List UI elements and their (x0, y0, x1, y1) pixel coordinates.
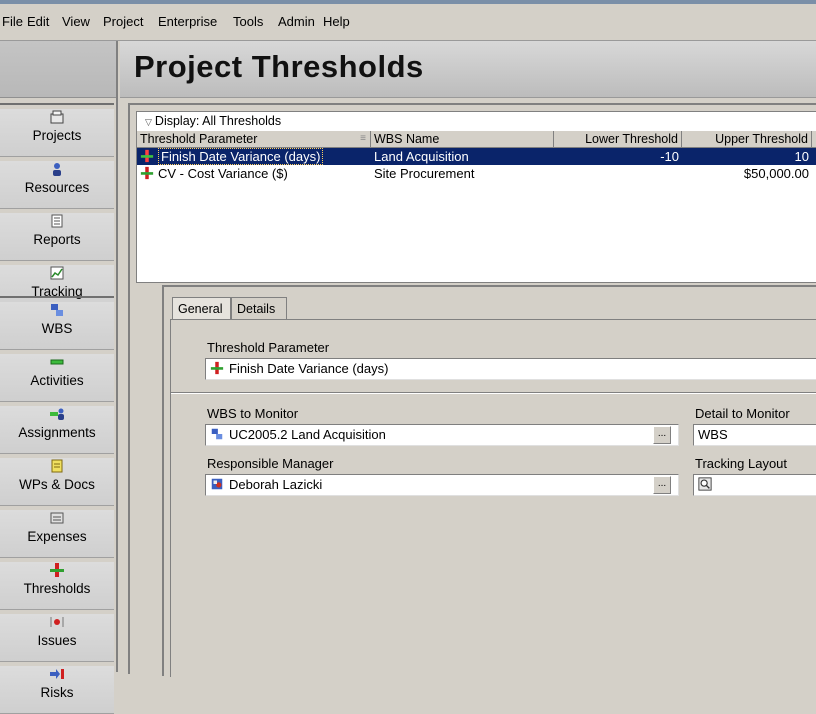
sidebar-item-label: Assignments (18, 425, 96, 440)
sidebar-item-label: WPs & Docs (19, 477, 95, 492)
assignments-icon (50, 408, 64, 420)
nav-group-wbs: WBS Activities Assignments WPs & Docs Ex… (0, 296, 114, 714)
wbs-icon (211, 428, 223, 440)
sidebar-item-label: Thresholds (23, 581, 91, 596)
cell-threshold-parameter: CV - Cost Variance ($) (137, 165, 371, 182)
sidebar-item-issues[interactable]: Issues (0, 614, 114, 662)
risks-icon (50, 669, 64, 679)
tracking-layout-field[interactable] (693, 474, 816, 496)
sidebar-item-assignments[interactable]: Assignments (0, 406, 114, 454)
grid-header: Threshold Parameter ≡ WBS Name Lower Thre… (137, 131, 816, 148)
menu-help[interactable]: Help (323, 14, 350, 29)
content-panel: ▽ Display: All Thresholds Threshold Param… (128, 103, 816, 677)
sidebar: Projects Resources Reports Tracking WBS … (0, 41, 118, 714)
column-resize-icon: ≡ (360, 133, 366, 144)
table-row[interactable]: Finish Date Variance (days) Land Acquisi… (137, 148, 816, 165)
threshold-parameter-label: Threshold Parameter (207, 340, 330, 355)
responsible-manager-label: Responsible Manager (207, 456, 334, 471)
chevron-down-icon: ▽ (145, 117, 152, 127)
title-bar: Project Thresholds (120, 41, 816, 98)
table-row[interactable]: CV - Cost Variance ($) Site Procurement … (137, 165, 816, 182)
cell-wbs-name: Land Acquisition (374, 149, 469, 164)
section-divider (171, 392, 816, 394)
threshold-icon (140, 166, 154, 180)
cell-threshold-parameter: Finish Date Variance (days) (137, 148, 371, 165)
threshold-icon (210, 361, 224, 375)
cell-upper-threshold: $50,000.00 (743, 166, 809, 181)
sidebar-item-projects[interactable]: Projects (0, 109, 114, 157)
sidebar-item-thresholds[interactable]: Thresholds (0, 562, 114, 610)
page-title: Project Thresholds (134, 49, 424, 84)
sidebar-header (0, 41, 116, 98)
sidebar-item-expenses[interactable]: Expenses (0, 510, 114, 558)
menu-tools[interactable]: Tools (233, 14, 263, 29)
expenses-icon (50, 512, 64, 524)
sidebar-item-label: Projects (32, 128, 82, 143)
menu-file[interactable]: File (2, 14, 23, 29)
projects-icon (50, 110, 64, 124)
sidebar-item-label: Issues (37, 633, 77, 648)
thresholds-grid: ▽ Display: All Thresholds Threshold Param… (136, 111, 816, 283)
menu-bar: File Edit View Project Enterprise Tools … (0, 0, 816, 41)
cell-lower-threshold: -10 (660, 149, 679, 164)
sidebar-item-resources[interactable]: Resources (0, 161, 114, 209)
menu-project[interactable]: Project (103, 14, 143, 29)
sidebar-item-risks[interactable]: Risks (0, 666, 114, 714)
sidebar-item-wbs[interactable]: WBS (0, 302, 114, 350)
sidebar-item-label: Expenses (27, 529, 87, 544)
layout-search-icon (698, 477, 712, 491)
display-filter[interactable]: ▽ Display: All Thresholds (145, 114, 281, 128)
sidebar-item-label: WBS (41, 321, 73, 336)
threshold-icon (140, 149, 154, 163)
thresholds-icon (50, 563, 64, 577)
sidebar-item-label: Activities (30, 373, 84, 388)
cell-upper-threshold: 10 (794, 149, 809, 164)
activities-icon (50, 359, 64, 365)
tab-body-general: Threshold Parameter Finish Date Variance… (170, 319, 816, 677)
resources-icon (53, 163, 61, 176)
tab-details[interactable]: Details (231, 297, 287, 319)
tracking-layout-label: Tracking Layout (695, 456, 788, 471)
window-top-stripe (0, 0, 816, 4)
wbs-browse-button[interactable]: ... (653, 426, 671, 444)
menu-enterprise[interactable]: Enterprise (158, 14, 217, 29)
tracking-icon (50, 266, 64, 280)
column-header-upper-threshold[interactable]: Upper Threshold (682, 131, 812, 147)
tab-general[interactable]: General (172, 297, 231, 320)
cell-lower-threshold (554, 165, 682, 182)
column-header-threshold-parameter[interactable]: Threshold Parameter ≡ (137, 131, 371, 147)
detail-to-monitor-select[interactable]: WBS (693, 424, 816, 446)
wbs-to-monitor-field[interactable]: UC2005.2 Land Acquisition (205, 424, 679, 446)
detail-panel: General Details Threshold Parameter Fini… (162, 285, 816, 677)
column-header-lower-threshold[interactable]: Lower Threshold (554, 131, 682, 147)
wbs-icon (51, 304, 63, 316)
threshold-parameter-field[interactable]: Finish Date Variance (days) (205, 358, 816, 380)
sidebar-item-wps-docs[interactable]: WPs & Docs (0, 458, 114, 506)
sidebar-item-label: Risks (40, 685, 74, 700)
sidebar-item-reports[interactable]: Reports (0, 213, 114, 261)
sidebar-item-label: Resources (24, 180, 90, 195)
manager-browse-button[interactable]: ... (653, 476, 671, 494)
display-label: Display: All Thresholds (154, 114, 282, 128)
main-area: Project Thresholds ▽ Display: All Thresho… (120, 41, 816, 677)
column-header-wbs-name[interactable]: WBS Name (371, 131, 554, 147)
wps-docs-icon (51, 459, 63, 473)
reports-icon (51, 214, 63, 228)
cell-wbs-name: Site Procurement (374, 166, 475, 181)
nav-group-project: Projects Resources Reports Tracking (0, 103, 114, 313)
detail-to-monitor-label: Detail to Monitor (695, 406, 790, 421)
wbs-to-monitor-label: WBS to Monitor (207, 406, 299, 421)
manager-icon (211, 478, 223, 490)
menu-view[interactable]: View (62, 14, 90, 29)
menu-admin[interactable]: Admin (278, 14, 315, 29)
responsible-manager-field[interactable]: Deborah Lazicki (205, 474, 679, 496)
sidebar-item-label: Reports (33, 232, 81, 247)
issues-icon (50, 617, 64, 627)
menu-edit[interactable]: Edit (27, 14, 49, 29)
sidebar-item-activities[interactable]: Activities (0, 354, 114, 402)
